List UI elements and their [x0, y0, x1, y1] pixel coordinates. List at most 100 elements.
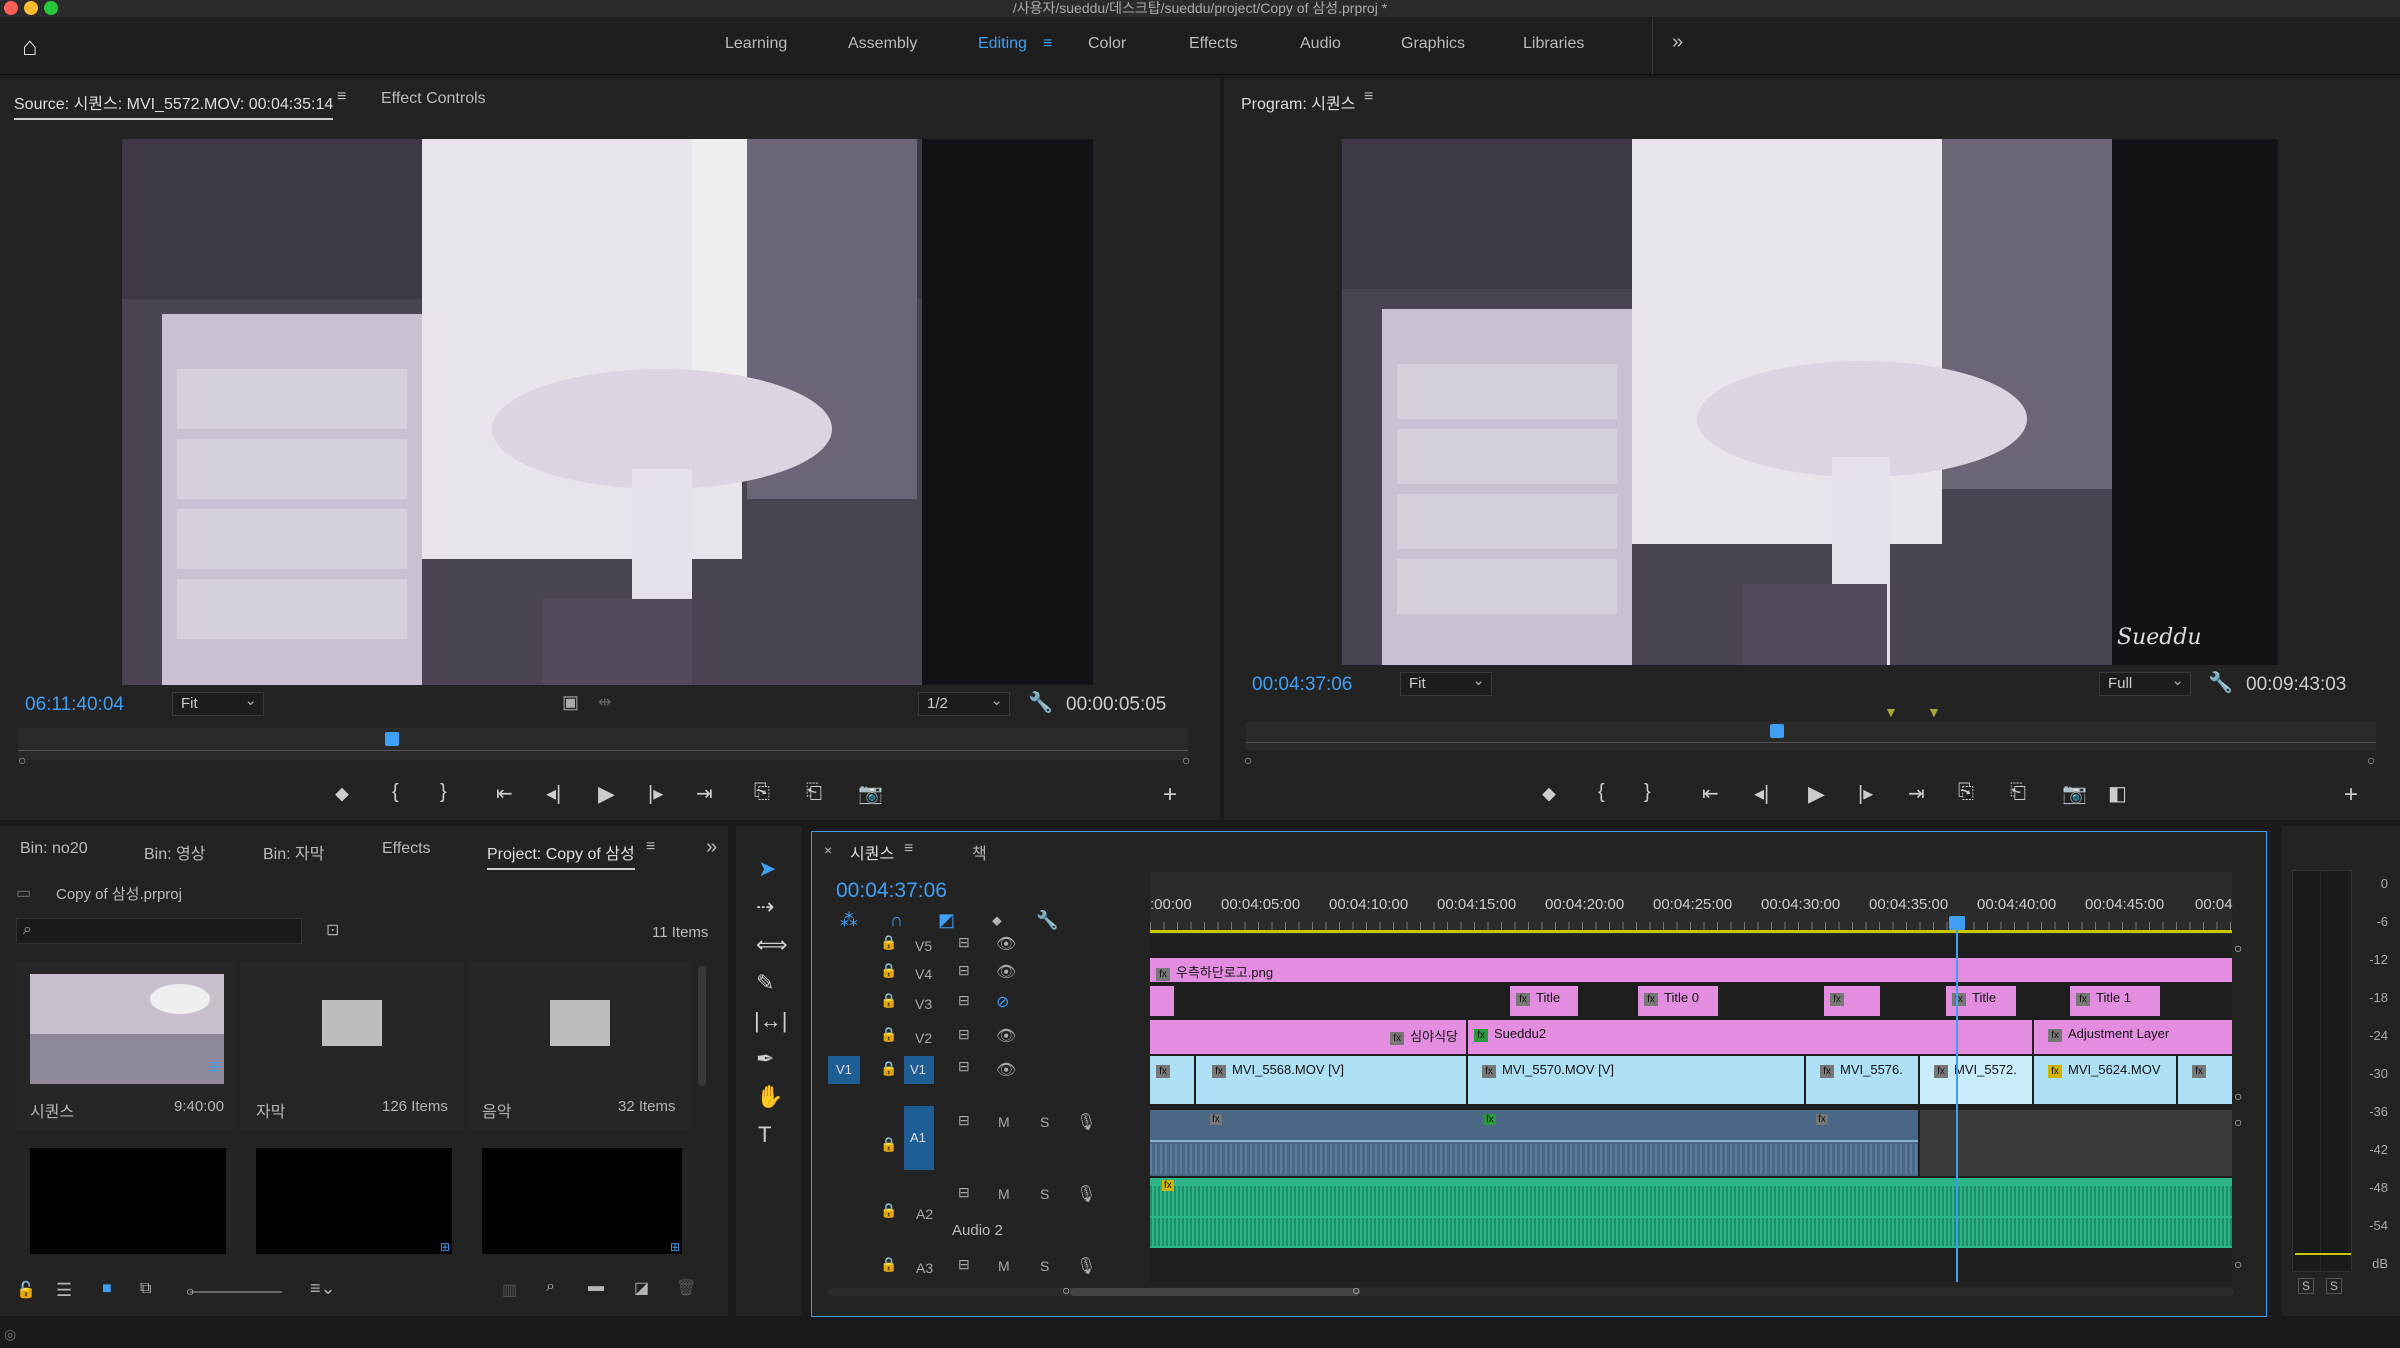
timeline-tab-menu-icon[interactable]: ≡ — [904, 840, 913, 858]
scroll-handle[interactable]: ○ — [2234, 1088, 2242, 1104]
workspace-libraries[interactable]: Libraries — [1523, 35, 1584, 53]
clip-v3[interactable] — [1150, 986, 1174, 1016]
clip-logo-png[interactable]: fx 우측하단로고.png — [1150, 958, 2232, 982]
sync-icon[interactable]: ⊟ — [958, 1184, 970, 1201]
linked-selection-icon[interactable]: ◩ — [938, 910, 955, 931]
clip-mvi-5570[interactable]: fx MVI_5570.MOV [V] — [1468, 1056, 1804, 1104]
step-back-button[interactable]: ◂| — [546, 781, 561, 806]
program-scrubber[interactable] — [1246, 722, 2376, 750]
bin-tab-no20[interactable]: Bin: no20 — [20, 840, 88, 858]
wrench-icon[interactable]: 🔧 — [2208, 670, 2233, 695]
solo-right-button[interactable]: S — [2326, 1278, 2343, 1294]
selection-tool-icon[interactable]: ➤ — [758, 856, 776, 882]
project-item-thumbnail[interactable]: ⊞ — [256, 1148, 452, 1254]
marker-icon[interactable]: ▣ — [562, 692, 579, 713]
source-fit-dropdown[interactable]: Fit — [172, 691, 264, 716]
wrench-icon[interactable]: 🔧 — [1028, 690, 1053, 715]
microphone-icon[interactable]: 🎙 — [1076, 1184, 1096, 1204]
workspace-color[interactable]: Color — [1088, 35, 1126, 53]
eye-icon[interactable]: 👁 — [996, 962, 1016, 982]
sync-icon[interactable]: ⊟ — [958, 1026, 970, 1043]
source-resolution-dropdown[interactable]: 1/2 — [918, 691, 1010, 716]
home-icon[interactable]: ⌂ — [22, 31, 38, 62]
program-tab[interactable]: Program: 시퀀스 — [1241, 90, 1355, 114]
program-fit-dropdown[interactable]: Fit — [1400, 671, 1492, 696]
find-icon[interactable]: ⌕ — [546, 1278, 555, 1296]
close-tab-icon[interactable]: × — [824, 842, 832, 858]
slip-tool-icon[interactable]: |↔| — [754, 1008, 787, 1034]
lock-icon[interactable]: 🔒 — [880, 992, 897, 1009]
eye-hidden-icon[interactable]: ⊘ — [996, 992, 1009, 1012]
minimize-window-button[interactable] — [24, 1, 38, 15]
lock-icon[interactable]: 🔒 — [880, 1060, 897, 1077]
add-button-icon[interactable]: + — [1163, 781, 1177, 809]
workspace-graphics[interactable]: Graphics — [1401, 35, 1465, 53]
project-tab[interactable]: Project: Copy of 삼성 — [487, 840, 635, 870]
close-window-button[interactable] — [4, 1, 18, 15]
more-workspaces-icon[interactable]: » — [1672, 31, 1683, 54]
ripple-edit-tool-icon[interactable]: ⟺ — [756, 932, 788, 958]
export-frame-button[interactable]: 📷 — [858, 781, 883, 806]
solo-button[interactable]: S — [1040, 1258, 1049, 1274]
eye-icon[interactable]: 👁 — [996, 934, 1016, 954]
program-tab-menu-icon[interactable]: ≡ — [1364, 88, 1373, 106]
type-tool-icon[interactable]: T — [758, 1122, 771, 1148]
clip-adjustment-layer[interactable]: fx Adjustment Layer — [2034, 1020, 2232, 1054]
in-point-handle[interactable]: ○ — [1244, 752, 1252, 768]
clip-v1[interactable]: fx — [1150, 1056, 1194, 1104]
new-item-icon[interactable]: ◪ — [634, 1278, 649, 1298]
clip-mvi-5568[interactable]: fx MVI_5568.MOV [V] — [1196, 1056, 1466, 1104]
add-marker-button[interactable]: ⬥ — [335, 783, 349, 806]
export-frame-button[interactable]: 📷 — [2062, 781, 2087, 806]
new-bin-icon[interactable]: ▬ — [588, 1278, 604, 1296]
bin-tab-video[interactable]: Bin: 영상 — [144, 840, 205, 864]
nest-icon[interactable]: ⁂ — [840, 910, 858, 931]
lock-icon[interactable]: 🔓 — [16, 1280, 36, 1300]
lock-icon[interactable]: 🔒 — [880, 1256, 897, 1273]
scroll-handle[interactable]: ○ — [2234, 1114, 2242, 1130]
project-item-thumbnail[interactable]: ⊞ — [482, 1148, 682, 1254]
icon-view-icon[interactable]: ■ — [102, 1280, 112, 1298]
sync-icon[interactable]: ⊟ — [958, 992, 970, 1009]
eye-icon[interactable]: 👁 — [996, 1060, 1016, 1080]
zoom-slider[interactable]: ○ — [186, 1283, 282, 1299]
timeline-playhead[interactable] — [1956, 918, 1958, 1282]
find-icon[interactable]: ⊡ — [326, 920, 339, 940]
go-to-in-button[interactable]: ⇤ — [1702, 781, 1719, 806]
razor-tool-icon[interactable]: ✎ — [756, 970, 774, 996]
drag-video-icon[interactable]: ⇹ — [598, 692, 611, 712]
clip-title[interactable]: fx Title — [1510, 986, 1578, 1016]
source-tab[interactable]: Source: 시퀀스: MVI_5572.MOV: 00:04:35:14 — [14, 90, 334, 120]
source-timecode[interactable]: 06:11:40:04 — [25, 694, 124, 716]
solo-button[interactable]: S — [1040, 1186, 1049, 1202]
solo-left-button[interactable]: S — [2298, 1278, 2315, 1294]
mark-out-button[interactable]: } — [440, 781, 447, 804]
go-to-in-button[interactable]: ⇤ — [496, 781, 513, 806]
more-tabs-icon[interactable]: » — [706, 836, 717, 859]
list-view-icon[interactable]: ☰ — [56, 1280, 72, 1301]
clip-v1[interactable]: fx — [2178, 1056, 2232, 1104]
mark-in-button[interactable]: { — [1598, 781, 1605, 804]
work-area-bar[interactable] — [1150, 930, 2232, 933]
workspace-editing[interactable]: Editing — [978, 35, 1027, 53]
timeline-settings-icon[interactable]: 🔧 — [1036, 910, 1058, 931]
lock-icon[interactable]: 🔒 — [880, 1136, 897, 1153]
sync-icon[interactable]: ⊟ — [958, 934, 970, 951]
out-point-handle[interactable]: ○ — [1182, 752, 1190, 768]
extract-button[interactable]: ⎗ — [2010, 781, 2026, 804]
clip-sueddu2[interactable]: fx Sueddu2 — [1468, 1020, 2032, 1054]
source-playhead[interactable] — [385, 732, 400, 746]
clip-title[interactable]: fx Title 1 — [2070, 986, 2160, 1016]
lock-icon[interactable]: 🔒 — [880, 934, 897, 951]
step-forward-button[interactable]: |▸ — [1858, 781, 1873, 806]
program-timecode[interactable]: 00:04:37:06 — [1252, 674, 1352, 696]
clip-mvi-5572[interactable]: fx MVI_5572. — [1920, 1056, 2032, 1104]
program-playhead[interactable] — [1770, 724, 1785, 738]
project-scrollbar[interactable] — [698, 966, 706, 1086]
project-tab-menu-icon[interactable]: ≡ — [646, 838, 655, 856]
mute-button[interactable]: M — [998, 1258, 1010, 1274]
project-search-input[interactable]: ⌕ — [16, 918, 302, 944]
insert-button[interactable]: ⎘ — [754, 781, 770, 804]
mark-out-button[interactable]: } — [1644, 781, 1651, 804]
workspace-learning[interactable]: Learning — [725, 35, 787, 53]
